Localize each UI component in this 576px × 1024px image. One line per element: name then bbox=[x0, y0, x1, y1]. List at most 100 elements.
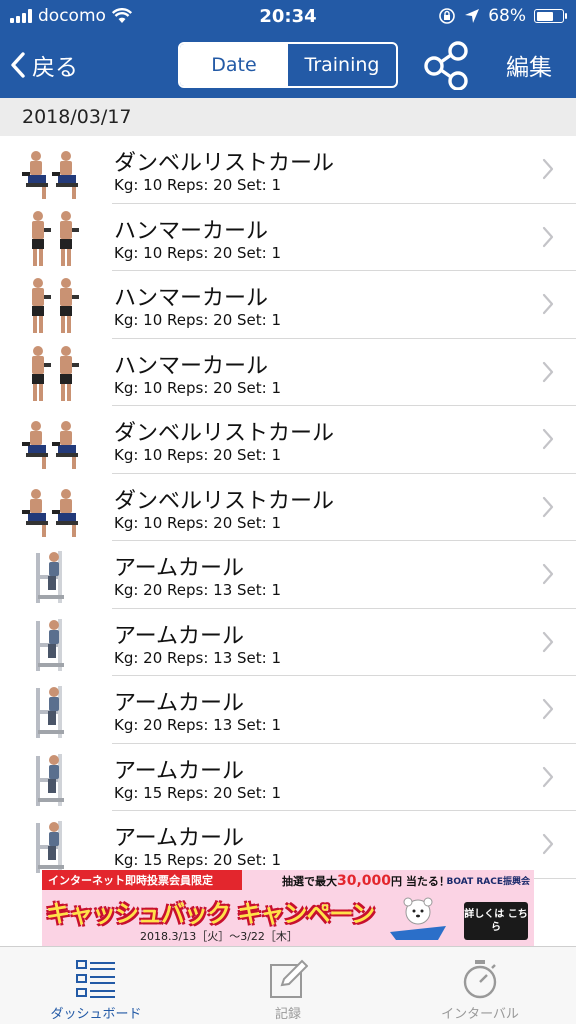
exercise-name: ハンマーカール bbox=[114, 218, 269, 244]
status-bar: docomo 20:34 68% bbox=[0, 0, 576, 34]
chevron-right-icon bbox=[542, 631, 554, 652]
battery-icon bbox=[534, 9, 567, 23]
exercise-name: ハンマーカール bbox=[114, 353, 269, 379]
wrist-curl-figures-icon bbox=[22, 421, 78, 469]
segment-training[interactable]: Training bbox=[288, 44, 396, 86]
exercise-name: アームカール bbox=[114, 826, 245, 851]
ad-strip: インターネット即時投票会員限定 bbox=[42, 870, 242, 890]
tab-dashboard[interactable]: ダッシュボード bbox=[0, 947, 192, 1024]
arm-curl-machine-icon bbox=[36, 551, 64, 603]
exercise-thumbnail bbox=[20, 208, 84, 268]
edit-button[interactable]: 編集 bbox=[506, 48, 552, 82]
list-item[interactable]: アームカール Kg: 15 Reps: 20 Set: 1 bbox=[0, 811, 576, 879]
exercise-thumbnail bbox=[20, 275, 84, 335]
exercise-thumbnail bbox=[20, 545, 84, 605]
exercise-thumbnail bbox=[20, 680, 84, 740]
exercise-detail: Kg: 10 Reps: 20 Set: 1 bbox=[114, 513, 282, 532]
exercise-detail: Kg: 20 Reps: 13 Set: 1 bbox=[114, 648, 282, 667]
edit-note-icon bbox=[270, 959, 308, 998]
ad-prize-prefix: 抽選で最大 bbox=[282, 875, 337, 888]
list-item[interactable]: ハンマーカール Kg: 10 Reps: 20 Set: 1 bbox=[0, 271, 576, 339]
nav-bar: 戻る Date Training 編集 bbox=[0, 34, 576, 98]
ad-brand: BOAT RACE振興会 bbox=[446, 877, 530, 887]
ad-dates: 2018.3/13［火］〜3/22［木］ bbox=[140, 930, 298, 943]
list-item[interactable]: ダンベルリストカール Kg: 10 Reps: 20 Set: 1 bbox=[0, 406, 576, 474]
arm-curl-machine-icon bbox=[36, 618, 64, 671]
list-item[interactable]: アームカール Kg: 15 Reps: 20 Set: 1 bbox=[0, 744, 576, 811]
ad-prize-amount: 30,000 bbox=[337, 873, 392, 889]
list-item[interactable]: アームカール Kg: 20 Reps: 13 Set: 1 bbox=[0, 676, 576, 744]
section-header: 2018/03/17 bbox=[0, 98, 576, 136]
list-item[interactable]: ダンベルリストカール Kg: 10 Reps: 20 Set: 1 bbox=[0, 474, 576, 541]
hammer-curl-figures-icon bbox=[32, 345, 79, 401]
list-item[interactable]: ハンマーカール Kg: 10 Reps: 20 Set: 1 bbox=[0, 204, 576, 271]
exercise-name: ハンマーカール bbox=[114, 286, 269, 311]
chevron-right-icon bbox=[542, 766, 554, 787]
ad-prize: 抽選で最大30,000円 当たる！ bbox=[282, 873, 450, 889]
exercise-detail: Kg: 20 Reps: 13 Set: 1 bbox=[114, 716, 282, 734]
exercise-name: ダンベルリストカール bbox=[114, 488, 335, 514]
ad-banner[interactable]: インターネット即時投票会員限定 抽選で最大30,000円 当たる！ BOAT R… bbox=[42, 870, 534, 946]
list-item[interactable]: ハンマーカール Kg: 10 Reps: 20 Set: 1 bbox=[0, 339, 576, 406]
chevron-right-icon bbox=[542, 563, 554, 585]
section-date: 2018/03/17 bbox=[22, 106, 132, 128]
status-right: 68% bbox=[438, 6, 567, 26]
chevron-right-icon bbox=[542, 698, 554, 720]
exercise-name: アームカール bbox=[114, 556, 245, 581]
stopwatch-icon bbox=[463, 960, 497, 999]
exercise-thumbnail bbox=[20, 410, 84, 470]
hammer-curl-figures-icon bbox=[32, 278, 79, 333]
tab-interval-label: インターバル bbox=[441, 1007, 519, 1022]
exercise-thumbnail bbox=[20, 613, 84, 673]
exercise-detail: Kg: 15 Reps: 20 Set: 1 bbox=[114, 851, 282, 869]
tab-record[interactable]: 記録 bbox=[192, 947, 384, 1024]
back-label: 戻る bbox=[32, 55, 78, 81]
dashboard-list-icon bbox=[76, 960, 115, 998]
hammer-curl-figures-icon bbox=[32, 210, 79, 266]
chevron-right-icon bbox=[542, 226, 554, 247]
chevron-right-icon bbox=[542, 428, 554, 450]
exercise-detail: Kg: 10 Reps: 20 Set: 1 bbox=[114, 378, 282, 397]
ad-cta-button[interactable]: 詳しくは こちら bbox=[464, 902, 528, 940]
battery-fill bbox=[536, 11, 553, 21]
list-item[interactable]: アームカール Kg: 20 Reps: 13 Set: 1 bbox=[0, 609, 576, 676]
wrist-curl-figures-icon bbox=[22, 488, 78, 537]
ad-prize-suffix: 円 当たる！ bbox=[391, 875, 450, 888]
exercise-name: アームカール bbox=[114, 691, 245, 716]
list-item[interactable]: アームカール Kg: 20 Reps: 13 Set: 1 bbox=[0, 541, 576, 609]
share-icon[interactable] bbox=[420, 40, 474, 90]
training-list: ダンベルリストカール Kg: 10 Reps: 20 Set: 1 ハンマーカー… bbox=[0, 136, 576, 879]
chevron-right-icon bbox=[542, 496, 554, 517]
list-item[interactable]: ダンベルリストカール Kg: 10 Reps: 20 Set: 1 bbox=[0, 136, 576, 204]
orientation-lock-icon bbox=[439, 8, 456, 24]
exercise-thumbnail bbox=[20, 748, 84, 808]
exercise-name: アームカール bbox=[114, 623, 245, 649]
exercise-detail: Kg: 10 Reps: 20 Set: 1 bbox=[114, 446, 282, 464]
exercise-detail: Kg: 10 Reps: 20 Set: 1 bbox=[114, 176, 282, 194]
tab-record-label: 記録 bbox=[274, 1007, 301, 1022]
segment-date[interactable]: Date bbox=[180, 44, 288, 86]
segmented-control: Date Training bbox=[178, 42, 398, 88]
location-icon bbox=[465, 9, 480, 23]
exercise-detail: Kg: 15 Reps: 20 Set: 1 bbox=[114, 783, 282, 802]
exercise-thumbnail bbox=[20, 343, 84, 403]
exercise-thumbnail bbox=[20, 815, 84, 875]
ad-headline: キャッシュバック キャンペーン bbox=[46, 900, 375, 928]
back-button[interactable]: 戻る bbox=[10, 48, 78, 82]
chevron-right-icon bbox=[542, 361, 554, 382]
battery-percent: 68% bbox=[488, 6, 526, 26]
chevron-right-icon bbox=[542, 293, 554, 315]
exercise-name: アームカール bbox=[114, 758, 245, 784]
exercise-name: ダンベルリストカール bbox=[114, 151, 335, 176]
exercise-detail: Kg: 20 Reps: 13 Set: 1 bbox=[114, 581, 282, 599]
tab-dashboard-label: ダッシュボード bbox=[50, 1007, 142, 1022]
arm-curl-machine-icon bbox=[36, 686, 64, 738]
exercise-detail: Kg: 10 Reps: 20 Set: 1 bbox=[114, 243, 282, 262]
arm-curl-machine-icon bbox=[36, 753, 64, 806]
chevron-left-icon bbox=[11, 52, 25, 78]
boat-mascot-icon bbox=[390, 897, 446, 940]
wrist-curl-figures-icon bbox=[22, 151, 78, 199]
tab-interval[interactable]: インターバル bbox=[384, 947, 576, 1024]
exercise-thumbnail bbox=[20, 140, 84, 200]
exercise-name: ダンベルリストカール bbox=[114, 421, 335, 446]
